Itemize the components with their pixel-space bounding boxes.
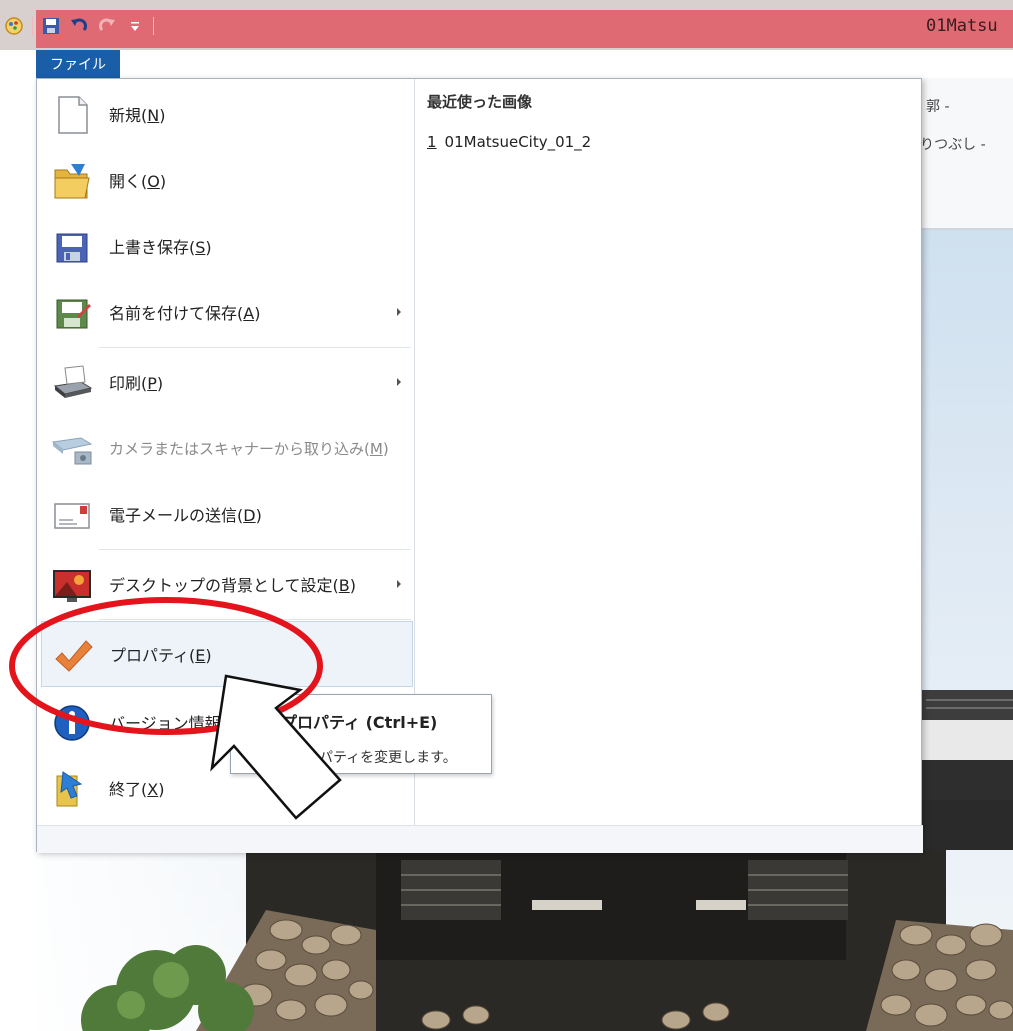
menu-item-set-desktop-background[interactable]: デスクトップの背景として設定(B) — [41, 551, 413, 617]
menu-separator — [99, 549, 411, 550]
menu-item-import: カメラまたはスキャナーから取り込み(M) — [41, 415, 413, 481]
menu-item-print[interactable]: 印刷(P) — [41, 349, 413, 415]
submenu-arrow-icon — [397, 378, 401, 386]
quick-access-toolbar — [4, 10, 154, 42]
email-icon — [51, 494, 93, 536]
toolbar-separator — [153, 17, 154, 35]
undo-icon[interactable] — [69, 16, 89, 36]
tooltip-description: 画像のプロパティを変更します。 — [249, 750, 457, 766]
recent-images-heading: 最近使った画像 — [427, 93, 533, 111]
recent-item-number: 1 — [427, 133, 437, 151]
toolbar-separator — [32, 17, 33, 35]
recent-image-item[interactable]: 1 01MatsueCity_01_2 — [427, 133, 591, 151]
checkmark-icon — [52, 635, 94, 677]
menu-item-label: 印刷(P) — [109, 374, 164, 393]
scanner-icon — [51, 428, 93, 470]
menu-item-save-as[interactable]: 名前を付けて保存(A) — [41, 279, 413, 345]
menu-item-label: プロパティ(E) — [110, 646, 212, 665]
menu-item-label: デスクトップの背景として設定(B) — [109, 576, 356, 595]
ribbon-outline-button[interactable]: 郭 - — [926, 96, 950, 116]
menu-item-label: 名前を付けて保存(A) — [109, 304, 261, 323]
ribbon-fill-button[interactable]: りつぶし - — [920, 134, 986, 154]
save-icon[interactable] — [41, 16, 61, 36]
menu-item-label: バージョン情報(A) — [109, 714, 244, 733]
info-icon — [51, 702, 93, 744]
desktop-background-icon — [51, 564, 93, 606]
submenu-arrow-icon — [397, 308, 401, 316]
exit-icon — [51, 768, 93, 810]
menu-item-label: 開く(O) — [109, 172, 167, 191]
new-document-icon — [51, 94, 93, 136]
properties-tooltip: プロパティ (Ctrl+E) 画像のプロパティを変更します。 — [230, 694, 492, 774]
file-menu-footer — [37, 825, 923, 853]
file-tab[interactable]: ファイル — [36, 50, 120, 78]
menu-item-new[interactable]: 新規(N) — [41, 81, 413, 147]
save-disk-icon — [51, 226, 93, 268]
menu-item-save[interactable]: 上書き保存(S) — [41, 213, 413, 279]
redo-icon[interactable] — [97, 16, 117, 36]
menu-item-open[interactable]: 開く(O) — [41, 147, 413, 213]
ribbon-panel: 郭 - りつぶし - — [920, 78, 1013, 230]
open-folder-icon — [51, 160, 93, 202]
menu-item-send-email[interactable]: 電子メールの送信(D) — [41, 481, 413, 547]
menu-item-label: カメラまたはスキャナーから取り込み(M) — [109, 439, 389, 458]
recent-item-name: 01MatsueCity_01_2 — [444, 133, 592, 151]
menu-item-label: 終了(X) — [109, 780, 165, 799]
menu-item-properties[interactable]: プロパティ(E) — [41, 621, 413, 687]
menu-separator — [99, 619, 411, 620]
submenu-arrow-icon — [397, 580, 401, 588]
printer-icon — [51, 362, 93, 404]
menu-item-label: 新規(N) — [109, 106, 166, 125]
window-title: 01Matsu — [926, 16, 998, 36]
title-bar: 01Matsu — [0, 0, 1013, 50]
customize-dropdown-icon[interactable] — [125, 16, 145, 36]
menu-item-label: 上書き保存(S) — [109, 238, 212, 257]
save-as-icon — [51, 292, 93, 334]
ribbon-tab-row — [0, 50, 1013, 78]
menu-separator — [99, 347, 411, 348]
tooltip-title: プロパティ (Ctrl+E) — [281, 713, 438, 732]
menu-item-label: 電子メールの送信(D) — [109, 506, 262, 525]
title-bar-fill — [36, 10, 1013, 48]
app-icon[interactable] — [4, 16, 24, 36]
